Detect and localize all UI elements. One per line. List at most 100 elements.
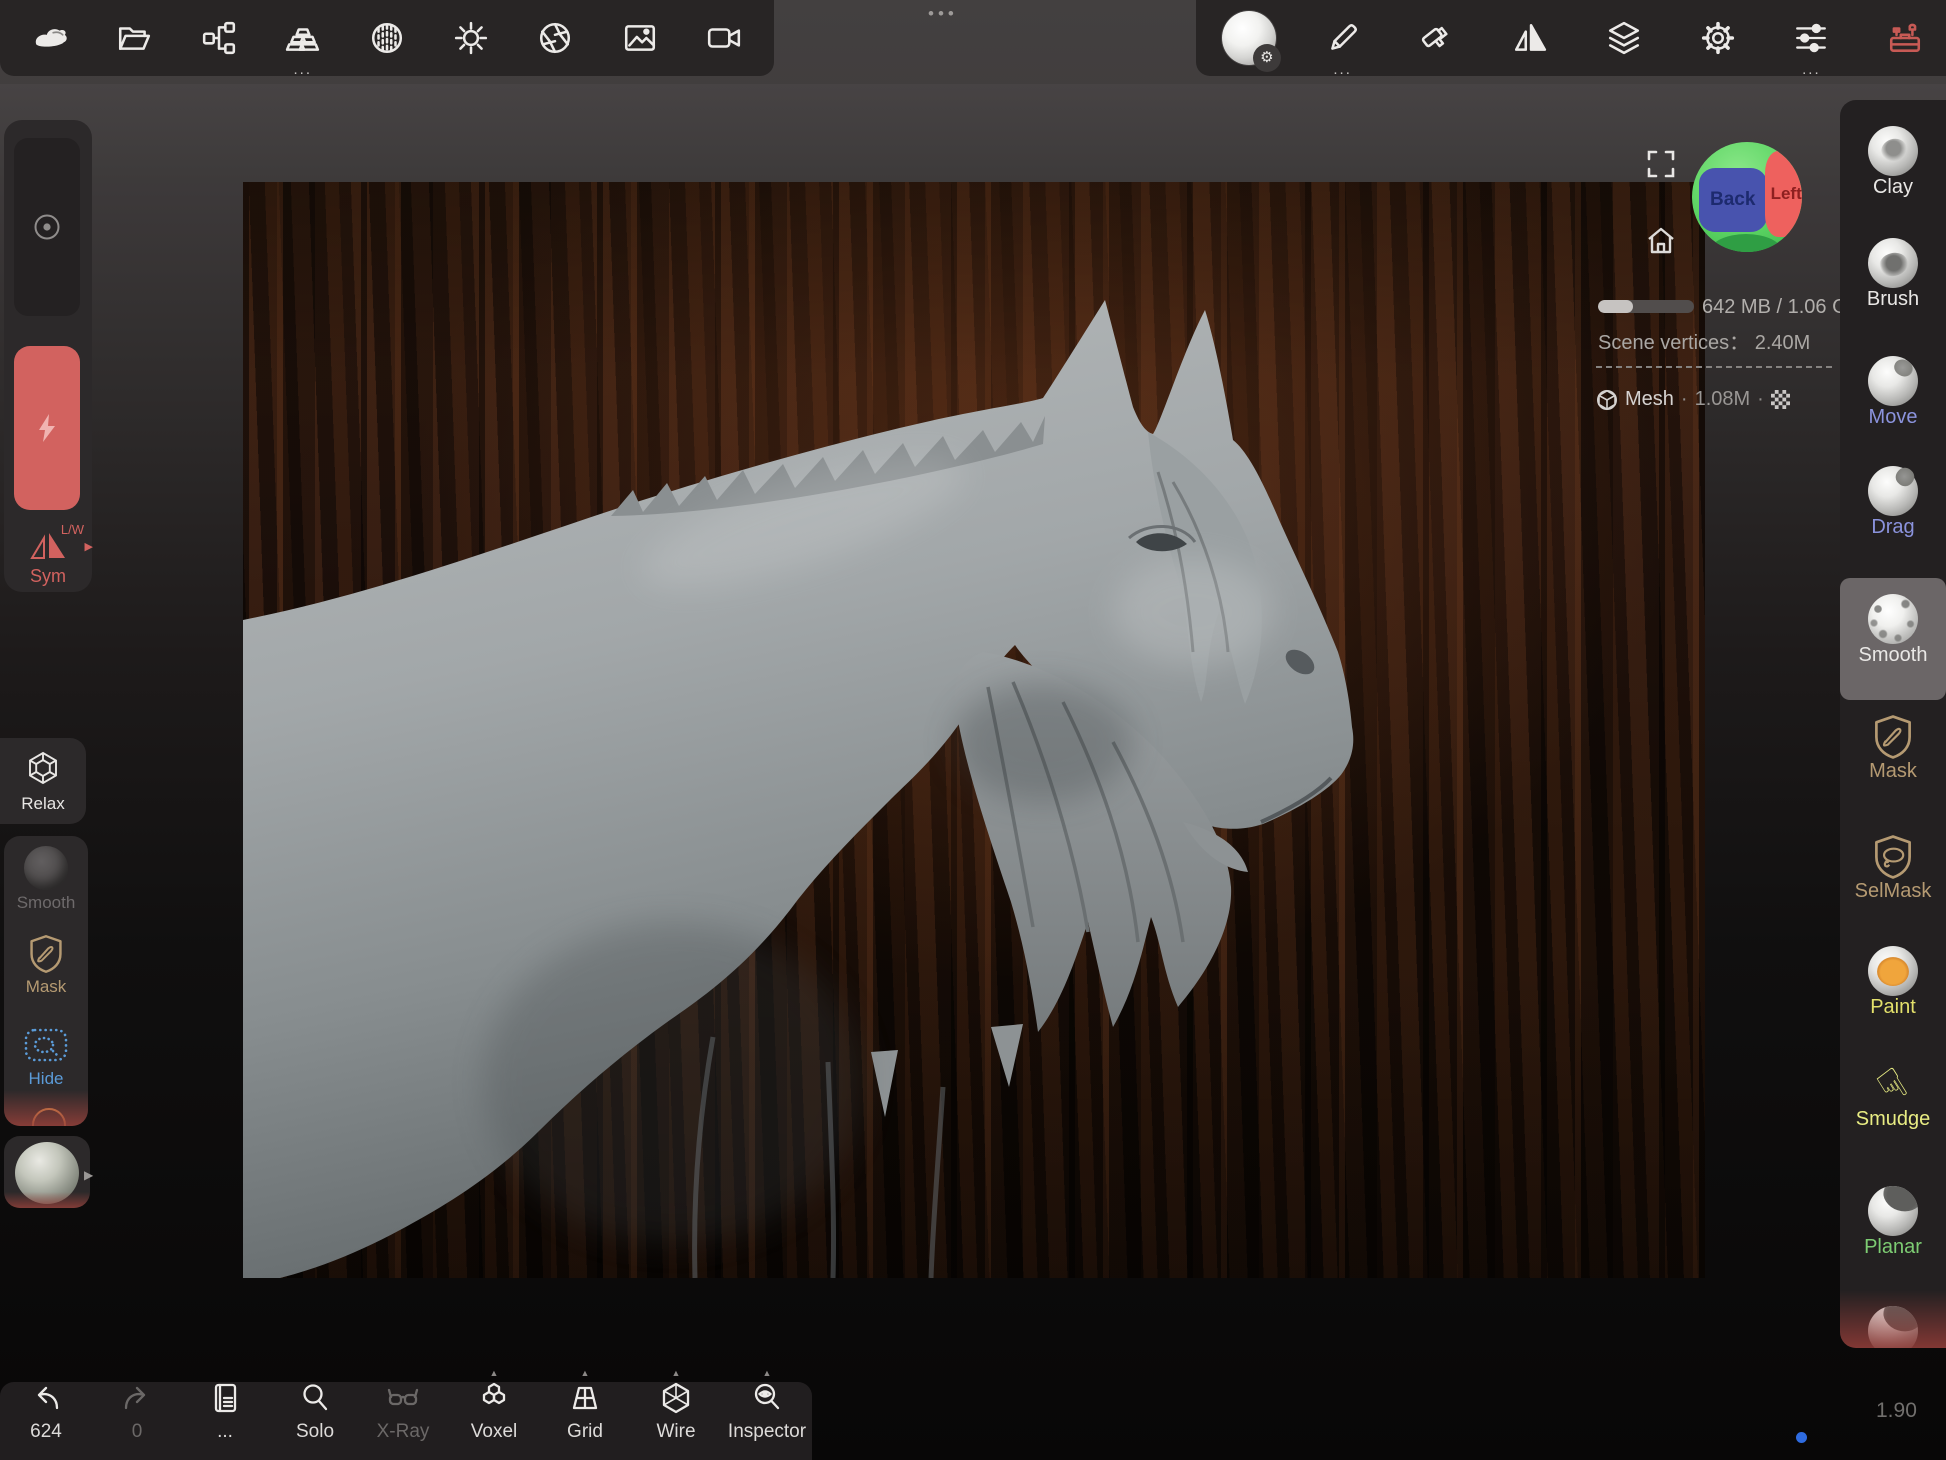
- brush-sphere-icon: [1868, 238, 1918, 288]
- gizmo-back-label: Back: [1710, 189, 1755, 211]
- sym-lw-label: L/W: [61, 522, 84, 537]
- tool-mask[interactable]: Mask: [1840, 714, 1946, 783]
- lighting-sun-icon[interactable]: [443, 10, 499, 66]
- smooth-sphere-icon: [24, 846, 68, 890]
- tool-drag-label: Drag: [1871, 516, 1914, 538]
- orientation-gizmo[interactable]: Back Left: [1692, 142, 1802, 252]
- tool-move[interactable]: Move: [1840, 356, 1946, 429]
- sym-label: Sym: [4, 566, 92, 587]
- redo-button[interactable]: 0: [92, 1382, 182, 1443]
- tool-paint[interactable]: Paint: [1840, 946, 1946, 1019]
- bottom-toolbar: 624 0 ... Solo X-Ray ▲ Voxel ▲ Grid: [0, 1382, 812, 1460]
- gizmo-left-label: Left: [1771, 184, 1802, 204]
- brush-preview-sphere[interactable]: ⚙: [1221, 10, 1277, 66]
- layers-icon[interactable]: [1596, 10, 1652, 66]
- settings-gear-icon[interactable]: [1690, 10, 1746, 66]
- background-image-icon[interactable]: [612, 10, 668, 66]
- viewport-canvas[interactable]: [243, 182, 1705, 1278]
- undo-button[interactable]: 624: [1, 1382, 91, 1443]
- fullscreen-icon[interactable]: [1645, 148, 1677, 185]
- left-brush-panel: L/W ▶ Sym: [4, 120, 92, 592]
- pressure-indicator-dot: [1796, 1432, 1807, 1443]
- material-sphere[interactable]: [15, 1142, 79, 1204]
- sym-expand-arrow[interactable]: ▶: [85, 540, 93, 553]
- left-tool-smooth[interactable]: Smooth: [4, 846, 88, 913]
- right-tools-panel: Clay Brush Move Drag Smooth Mask SelMask: [1840, 100, 1946, 1348]
- grid-label: Grid: [540, 1421, 630, 1443]
- hide-label: Hide: [4, 1069, 88, 1089]
- stroke-pencil-icon[interactable]: ...: [1315, 10, 1371, 66]
- undo-count: 624: [1, 1421, 91, 1443]
- solo-label: Solo: [270, 1421, 360, 1443]
- clay-sphere-icon: [1868, 126, 1918, 176]
- grid-button[interactable]: ▲ Grid: [540, 1382, 630, 1443]
- tool-brush-label: Brush: [1867, 288, 1919, 310]
- tool-clay-label: Clay: [1873, 176, 1913, 198]
- history-button[interactable]: ...: [180, 1382, 270, 1443]
- nomad-logo-icon[interactable]: [22, 10, 78, 66]
- brush-settings-gear-icon[interactable]: ⚙: [1253, 44, 1281, 72]
- scene-graph-icon[interactable]: [191, 10, 247, 66]
- tool-move-label: Move: [1869, 406, 1918, 428]
- redo-count: 0: [92, 1421, 182, 1443]
- tool-drag[interactable]: Drag: [1840, 466, 1946, 539]
- viewport-menu-dots[interactable]: •••: [928, 4, 958, 24]
- paint-sphere-icon: [1868, 946, 1918, 996]
- mask-label: Mask: [4, 977, 88, 997]
- gizmo-back-face[interactable]: Back: [1699, 168, 1767, 232]
- sliders-overflow-dots: ...: [1802, 66, 1821, 74]
- history-dots: ...: [180, 1421, 270, 1443]
- xray-button[interactable]: X-Ray: [358, 1382, 448, 1443]
- tool-selmask-label: SelMask: [1855, 880, 1932, 902]
- toolbox-icon[interactable]: [1877, 10, 1933, 66]
- tool-smooth-label: Smooth: [1859, 644, 1928, 666]
- inspector-button[interactable]: ▲ Inspector: [722, 1382, 812, 1443]
- lightning-icon: [32, 411, 62, 445]
- tool-next-partial[interactable]: [1840, 1306, 1946, 1348]
- postprocess-aperture-icon[interactable]: [527, 10, 583, 66]
- topology-bake-icon[interactable]: ...: [275, 10, 331, 66]
- inspector-label: Inspector: [722, 1421, 812, 1443]
- symmetry-control[interactable]: L/W ▶ Sym: [4, 522, 92, 588]
- relax-web-icon: [25, 750, 61, 786]
- relax-label: Relax: [0, 794, 86, 814]
- smudge-finger-icon: ☟: [1870, 1061, 1915, 1112]
- scene-vertices-value: 2.40M: [1755, 332, 1811, 354]
- dynamic-topology-button[interactable]: [14, 346, 80, 510]
- left-tool-mask[interactable]: Mask: [4, 934, 88, 997]
- material-matcap-icon[interactable]: [359, 10, 415, 66]
- solo-button[interactable]: Solo: [270, 1382, 360, 1443]
- tool-brush[interactable]: Brush: [1840, 238, 1946, 311]
- top-right-toolbar: ⚙ ... ...: [1196, 0, 1946, 76]
- inspector-caret-icon: ▲: [763, 1368, 772, 1378]
- smooth-label: Smooth: [4, 893, 88, 913]
- gizmo-left-face[interactable]: Left: [1765, 151, 1802, 237]
- voxel-caret-icon: ▲: [490, 1368, 499, 1378]
- tool-smooth-selected[interactable]: Smooth: [1840, 594, 1946, 667]
- material-panel[interactable]: [4, 1136, 90, 1208]
- camera-icon[interactable]: [696, 10, 752, 66]
- symmetry-mirror-icon[interactable]: [1502, 10, 1558, 66]
- planar-sphere-icon: [1868, 1186, 1918, 1236]
- home-view-icon[interactable]: [1644, 224, 1678, 263]
- grid-caret-icon: ▲: [581, 1368, 590, 1378]
- tool-selmask[interactable]: SelMask: [1840, 834, 1946, 903]
- wire-button[interactable]: ▲ Wire: [631, 1382, 721, 1443]
- selmask-shield-icon: [1871, 834, 1915, 880]
- interface-sliders-icon[interactable]: ...: [1783, 10, 1839, 66]
- left-tools-panel: Smooth Mask Hide: [4, 836, 88, 1126]
- horse-sculpture: [243, 182, 1705, 1278]
- mesh-checker-icon[interactable]: [1771, 390, 1790, 409]
- tool-smudge[interactable]: ☟ Smudge: [1840, 1064, 1946, 1131]
- paint-roller-icon[interactable]: [1408, 10, 1464, 66]
- relax-tool-panel[interactable]: Relax: [0, 738, 86, 824]
- partial-sphere-icon: [1868, 1306, 1918, 1348]
- tool-planar[interactable]: Planar: [1840, 1186, 1946, 1259]
- partial-tool-icon: [32, 1108, 66, 1126]
- left-tool-hide[interactable]: Hide: [4, 1024, 88, 1089]
- files-folder-icon[interactable]: [106, 10, 162, 66]
- voxel-button[interactable]: ▲ Voxel: [449, 1382, 539, 1443]
- tool-clay[interactable]: Clay: [1840, 126, 1946, 199]
- brush-preview-slot[interactable]: [14, 138, 80, 316]
- material-expand-arrow[interactable]: ▶: [84, 1168, 93, 1182]
